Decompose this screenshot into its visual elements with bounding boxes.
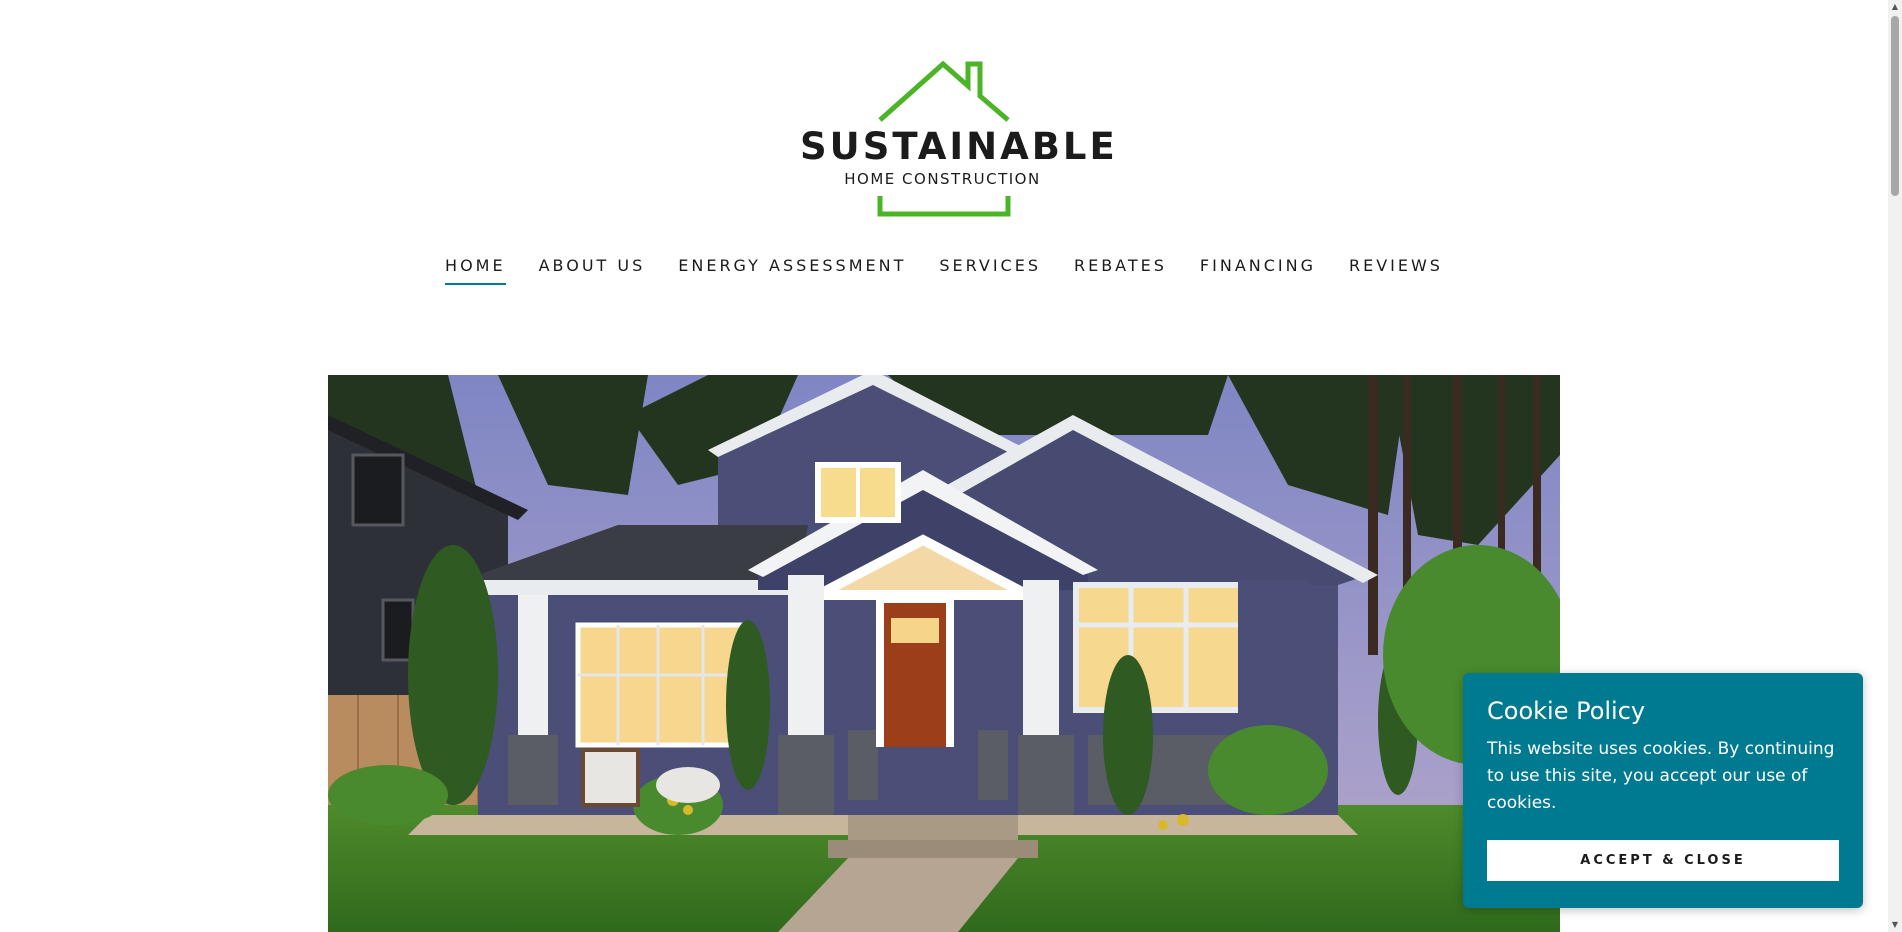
scroll-down-arrow-icon[interactable]: ▼ [1888, 918, 1902, 932]
cookie-policy-text: This website uses cookies. By continuing… [1487, 738, 1835, 813]
nav-item-rebates[interactable]: REBATES [1074, 256, 1167, 285]
brand-tagline: HOME CONSTRUCTION [844, 170, 1041, 188]
nav-item-financing[interactable]: FINANCING [1200, 256, 1316, 285]
nav-item-energy-assessment[interactable]: ENERGY ASSESSMENT [678, 256, 906, 285]
site-logo[interactable]: SUSTAINABLE HOME CONSTRUCTION [800, 60, 1118, 220]
nav-item-reviews[interactable]: REVIEWS [1349, 256, 1443, 285]
main-navigation: HOME ABOUT US ENERGY ASSESSMENT SERVICES… [0, 256, 1888, 285]
cookie-policy-banner: Cookie Policy This website uses cookies.… [1463, 673, 1863, 908]
scrollbar-thumb[interactable] [1891, 16, 1899, 196]
page-scrollbar[interactable]: ▲ ▼ [1888, 0, 1902, 932]
hero-image [328, 375, 1560, 932]
nav-item-home[interactable]: HOME [445, 256, 506, 285]
brand-name: SUSTAINABLE [800, 125, 1118, 168]
nav-item-about-us[interactable]: ABOUT US [539, 256, 646, 285]
cookie-policy-title: Cookie Policy [1487, 697, 1646, 725]
craftsman-house-photo [328, 375, 1560, 932]
scroll-up-arrow-icon[interactable]: ▲ [1888, 0, 1902, 14]
accept-close-button[interactable]: ACCEPT & CLOSE [1487, 840, 1839, 881]
nav-item-services[interactable]: SERVICES [939, 256, 1041, 285]
